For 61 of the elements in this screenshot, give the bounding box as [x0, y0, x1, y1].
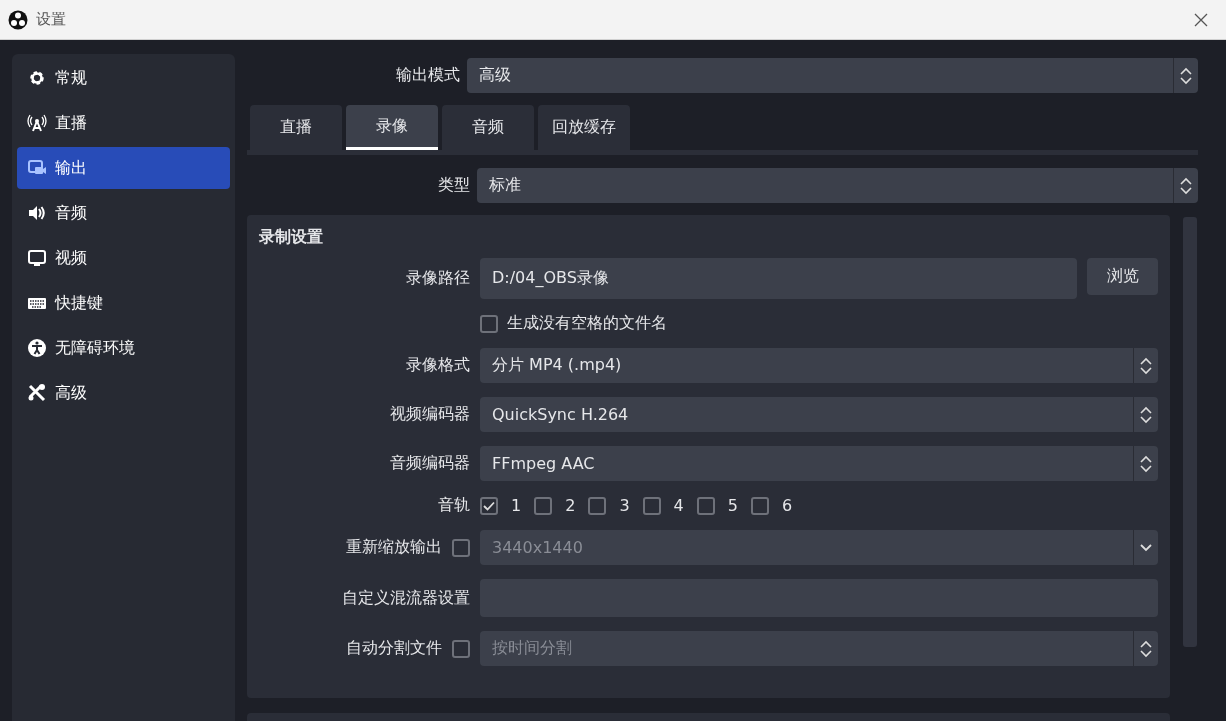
sidebar-item-icon: [27, 248, 47, 268]
field-label: 音轨: [438, 495, 470, 516]
dropdown[interactable]: FFmpeg AAC: [480, 446, 1158, 481]
window-title: 设置: [36, 10, 67, 29]
dropdown[interactable]: 标准: [477, 168, 1198, 203]
checkbox[interactable]: [696, 496, 715, 515]
group-title: 录制设置: [259, 227, 324, 248]
sidebar-item[interactable]: 高级: [17, 372, 230, 414]
app-logo-icon: [8, 9, 28, 30]
up-down-chevron-icon: [1140, 639, 1152, 658]
checkbox[interactable]: [480, 496, 498, 515]
sidebar-item[interactable]: 无障碍环境: [17, 327, 230, 369]
dropdown[interactable]: 分片 MP4 (.mp4): [480, 348, 1158, 383]
sidebar-item[interactable]: 常规: [17, 57, 230, 99]
up-down-chevron-icon: [1140, 454, 1152, 473]
field-label: 视频编码器: [390, 404, 470, 425]
chevron-down-icon: [1140, 543, 1152, 552]
track-number: 6: [781, 496, 793, 515]
tab[interactable]: 直播: [250, 105, 342, 150]
dropdown[interactable]: QuickSync H.264: [480, 397, 1158, 432]
checkbox[interactable]: [588, 496, 607, 515]
checkbox[interactable]: [534, 496, 553, 515]
field-label: 自定义混流器设置: [342, 587, 470, 609]
sidebar-item[interactable]: 输出: [17, 147, 230, 189]
scrollbar[interactable]: [1183, 217, 1197, 647]
checkbox[interactable]: [642, 496, 661, 515]
checkbox[interactable]: [750, 496, 769, 515]
field-label: 输出模式: [395, 65, 460, 86]
track-number: 1: [511, 496, 522, 515]
tab[interactable]: 录像: [346, 105, 438, 150]
sidebar-item-icon: [27, 68, 47, 88]
close-icon[interactable]: [1194, 12, 1208, 27]
checkbox-label: 生成没有空格的文件名: [507, 313, 667, 334]
sidebar-item[interactable]: 直播: [17, 102, 230, 144]
sidebar-item-icon: [27, 113, 47, 133]
checkbox[interactable]: [480, 314, 498, 333]
dropdown[interactable]: 高级: [467, 58, 1198, 93]
field-label: 重新缩放输出: [346, 537, 442, 558]
track-number: 2: [565, 496, 576, 515]
field-label: 录像格式: [406, 355, 470, 376]
sidebar-item-icon: [27, 338, 47, 358]
up-down-chevron-icon: [1180, 66, 1192, 85]
field-label: 自动分割文件: [346, 638, 442, 659]
track-number: 3: [619, 496, 630, 515]
up-down-chevron-icon: [1140, 356, 1152, 375]
check-icon: [483, 500, 495, 511]
path-field[interactable]: D:/04_OBS录像: [480, 258, 1077, 299]
sidebar-item[interactable]: 视频: [17, 237, 230, 279]
up-down-chevron-icon: [1180, 176, 1192, 195]
tab[interactable]: 回放缓存: [538, 105, 630, 150]
field-label: 音频编码器: [390, 453, 470, 474]
tab[interactable]: 音频: [442, 105, 534, 150]
sidebar-item[interactable]: 音频: [17, 192, 230, 234]
field-label: 类型: [437, 175, 470, 196]
field-label: 录像路径: [406, 268, 470, 289]
up-down-chevron-icon: [1140, 405, 1152, 424]
track-number: 5: [727, 496, 738, 515]
sidebar-item-icon: [27, 383, 47, 403]
browse-button[interactable]: 浏览: [1087, 258, 1158, 295]
sidebar-item[interactable]: 快捷键: [17, 282, 230, 324]
track-number: 4: [673, 496, 684, 515]
